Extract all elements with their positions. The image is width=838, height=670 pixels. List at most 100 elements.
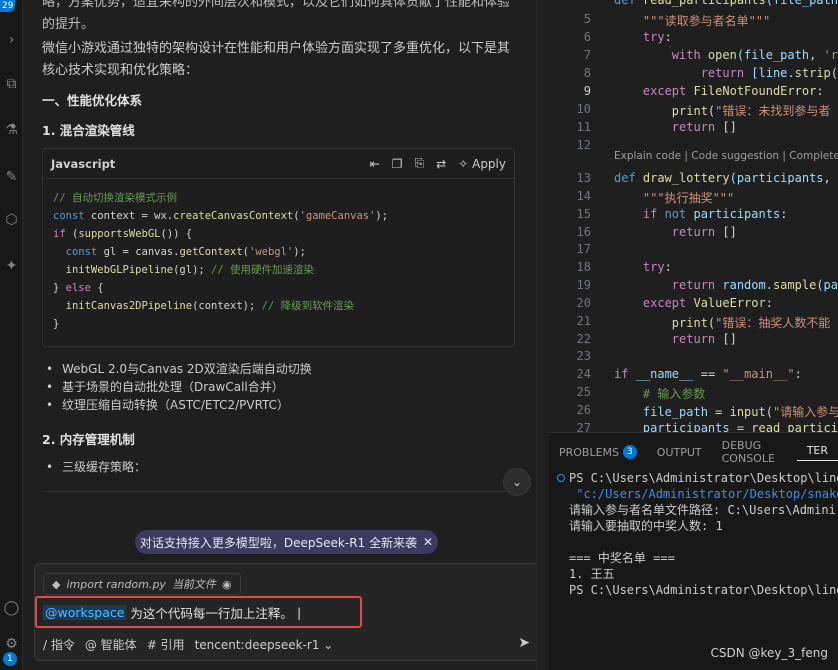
line-number: 16 — [576, 225, 591, 239]
code-line[interactable]: try: — [614, 260, 672, 274]
code-token: getContext — [179, 246, 243, 258]
code-token: else — [65, 282, 91, 294]
line-number: 21 — [576, 314, 591, 328]
code-token: : — [664, 260, 672, 274]
account-icon[interactable]: ◯ — [0, 596, 23, 620]
code-line[interactable]: return [] — [614, 120, 737, 134]
code-token: print — [614, 104, 708, 118]
panel-tab-output[interactable]: OUTPUT — [647, 446, 712, 459]
code-token: participants — [693, 207, 781, 221]
flask-icon[interactable]: ⚗ — [0, 118, 23, 142]
code-line[interactable]: if not participants: — [614, 207, 788, 221]
code-line[interactable]: print("错误：抽奖人数不能 — [614, 314, 831, 331]
terminal-line: 请输入要抽取的中奖人数: 1 — [569, 519, 723, 533]
panel-tab-problems[interactable]: PROBLEMS 3 — [549, 445, 647, 459]
file-chip-suffix: 当前文件 — [171, 578, 216, 591]
code-line[interactable]: return [line.strip( — [614, 66, 838, 80]
terminal-line: === 中奖名单 === — [569, 551, 675, 565]
code-token: (pa — [816, 278, 838, 292]
code-token: (context); — [192, 300, 262, 312]
input-footer: / 指令 @ 智能体 # 引用 tencent:deepseek-r1 ⌄ — [43, 636, 333, 653]
code-line: } — [53, 315, 504, 333]
eye-icon[interactable]: ◉ — [222, 578, 232, 591]
code-token: { — [90, 282, 104, 294]
line-number: 24 — [576, 367, 591, 381]
code-token: // 降级到软件渲染 — [261, 300, 355, 312]
apply-button[interactable]: ✧ Apply — [458, 157, 506, 171]
code-token: 'gameCanvas' — [299, 210, 376, 222]
code-editor[interactable]: def read_participants(file_path 5 """读取参与… — [549, 0, 838, 435]
reference-button[interactable]: # 引用 — [147, 636, 185, 653]
insert-icon[interactable]: ⇤ — [370, 157, 380, 171]
code-token: """执行抽奖""" — [614, 191, 735, 205]
model-selector[interactable]: tencent:deepseek-r1 ⌄ — [195, 638, 334, 652]
new-file-icon[interactable]: ⎘ — [415, 156, 425, 171]
code-block: Javascript ⇤ ❐ ⎘ ⇄ ✧ Apply // 自动切换渲染模式示例… — [42, 148, 515, 347]
code-line[interactable]: # 输入参数 — [614, 385, 705, 402]
wrench-icon[interactable]: ✎ — [0, 165, 23, 189]
notification-badge: 29 — [0, 0, 16, 12]
file-context-chip[interactable]: ◆ import random.py 当前文件 ◉ — [43, 573, 241, 595]
hexagon-icon[interactable]: ⬡ — [0, 208, 23, 232]
code-token: open — [707, 48, 737, 62]
chat-input-box[interactable]: ◆ import random.py 当前文件 ◉ @workspace 为这个… — [34, 563, 539, 661]
line-number: 17 — [576, 242, 591, 256]
code-line[interactable]: """执行抽奖""" — [614, 189, 734, 206]
extensions-icon[interactable]: ⧉ — [0, 72, 23, 96]
terminal-output[interactable]: PS C:\Users\Administrator\Desktop\lingma… — [569, 470, 838, 598]
chevron-right-icon[interactable]: › — [0, 28, 23, 52]
code-token: # 输入参数 — [614, 387, 706, 401]
code-line[interactable]: except ValueError: — [614, 296, 773, 310]
diff-icon[interactable]: ⇄ — [436, 157, 446, 171]
panel-tab-ter[interactable]: TER — [796, 444, 838, 461]
agent-button[interactable]: @ 智能体 — [85, 636, 137, 653]
chat-text-top: 略，方案优势，适宜采构的外间层次和模式，以及它们如何具体贡献了性能和体验的提升。 — [42, 0, 511, 32]
code-line[interactable]: print("错误：未找到参与者 — [614, 102, 831, 119]
command-button[interactable]: / 指令 — [43, 636, 75, 653]
code-line[interactable]: """读取参与者名单""" — [614, 12, 770, 29]
code-token: [] — [722, 225, 737, 239]
code-token: ); — [375, 210, 389, 222]
code-token: const — [53, 210, 85, 222]
panel-tab-debug-console[interactable]: DEBUG CONSOLE — [712, 439, 797, 465]
code-line[interactable]: return [] — [614, 332, 737, 346]
code-line[interactable]: except FileNotFoundError: — [614, 84, 824, 98]
scroll-down-button[interactable]: ⌄ — [503, 468, 531, 496]
code-token: def — [614, 0, 643, 7]
line-number: 7 — [583, 48, 591, 62]
close-icon[interactable]: ✕ — [423, 535, 433, 549]
section-heading: 一、性能优化体系 — [42, 93, 143, 108]
chat-input-text: 为这个代码每一行加上注释。 — [130, 605, 293, 621]
chat-input[interactable]: @workspace 为这个代码每一行加上注释。 | — [35, 596, 362, 628]
line-number: 12 — [576, 138, 591, 152]
code-token: initWebGLPipeline — [53, 264, 174, 276]
code-line: initCanvas2DPipeline(context); // 降级到软件渲… — [53, 297, 504, 315]
pane-divider[interactable] — [536, 0, 549, 670]
line-number: 26 — [576, 403, 591, 417]
code-block-header: Javascript ⇤ ❐ ⎘ ⇄ ✧ Apply — [43, 149, 514, 179]
code-token: [] — [722, 120, 737, 134]
code-token: ( — [65, 228, 79, 240]
codelens[interactable]: Explain code | Code suggestion | Complet… — [614, 150, 838, 162]
copy-icon[interactable]: ❐ — [392, 157, 403, 171]
code-line[interactable]: with open(file_path, 'r — [614, 48, 838, 62]
code-token: ()) { — [160, 228, 193, 240]
terminal-line: PS C:\Users\Administrator\Desktop\lingma… — [569, 583, 838, 597]
code-line[interactable]: file_path = input("请输入参与 — [614, 403, 838, 420]
code-line[interactable]: def draw_lottery(participants, — [614, 171, 838, 185]
line-number: 11 — [576, 120, 591, 134]
announcement-banner[interactable]: 对话支持接入更多模型啦，DeepSeek-R1 全新来袭 ✕ — [135, 530, 438, 554]
code-token: if — [614, 367, 636, 381]
code-token: } — [53, 318, 60, 330]
chat-panel: 略，方案优势，适宜采构的外间层次和模式，以及它们如何具体贡献了性能和体验的提升。… — [24, 0, 548, 670]
lingma-icon[interactable]: ✦ — [0, 254, 23, 278]
code-token: input — [729, 405, 766, 419]
code-line[interactable]: def read_participants(file_path — [614, 0, 838, 7]
code-line[interactable]: return [] — [614, 225, 737, 239]
code-line[interactable]: try: — [614, 30, 672, 44]
code-content: // 自动切换渲染模式示例 const context = wx.createCa… — [43, 179, 514, 343]
list-item: 三级缓存策略： — [44, 458, 146, 476]
send-icon[interactable]: ➤ — [518, 635, 530, 651]
code-line[interactable]: return random.sample(pa — [614, 278, 838, 292]
code-line[interactable]: if __name__ == "__main__": — [614, 367, 802, 381]
